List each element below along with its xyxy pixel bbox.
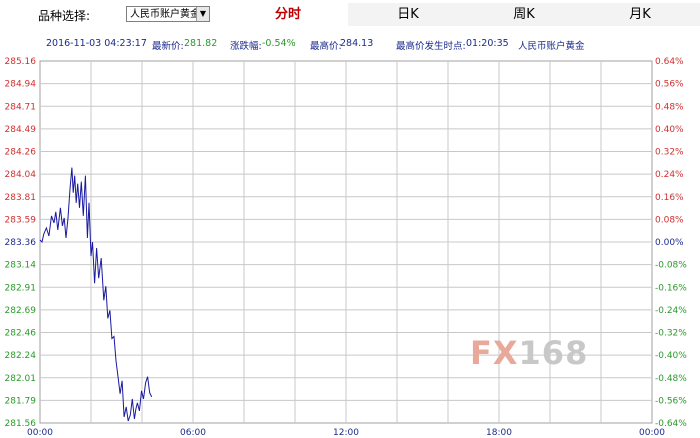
y-tick-label-left: 282.46 bbox=[5, 329, 37, 339]
fx168-watermark-logo: FX168 bbox=[470, 334, 589, 372]
y-tick-label-left: 284.04 bbox=[5, 170, 37, 180]
y-tick-label-left: 283.36 bbox=[5, 238, 37, 248]
y-tick-label-right: 0.64% bbox=[655, 57, 684, 67]
y-tick-label-left: 282.69 bbox=[5, 306, 37, 316]
price-series-line bbox=[39, 167, 153, 422]
y-tick-label-right: 0.24% bbox=[655, 170, 684, 180]
y-tick-label-left: 283.81 bbox=[5, 193, 37, 203]
y-tick-label-right: 0.00% bbox=[655, 238, 684, 248]
y-tick-label-left: 282.01 bbox=[5, 374, 37, 384]
intraday-chart: 285.16 0.64% 284.94 0.56% 284.71 0.48% 284.49 0… bbox=[5, 57, 688, 438]
y-tick-label-right: 0.48% bbox=[655, 102, 684, 112]
y-tick-label-right: 0.40% bbox=[655, 125, 684, 135]
y-tick-label-right: 0.32% bbox=[655, 148, 684, 158]
x-tick-label: 00:00 bbox=[27, 428, 53, 438]
y-tick-label-right: -0.48% bbox=[655, 374, 687, 384]
x-tick-label: 12:00 bbox=[333, 428, 359, 438]
y-tick-label-left: 282.91 bbox=[5, 283, 37, 293]
y-tick-label-right: -0.08% bbox=[655, 261, 687, 271]
y-tick-label-right: -0.40% bbox=[655, 351, 687, 361]
y-tick-label-right: -0.56% bbox=[655, 396, 687, 406]
y-tick-label-right: -0.16% bbox=[655, 283, 687, 293]
y-tick-label-right: -0.32% bbox=[655, 329, 687, 339]
x-tick-label: 18:00 bbox=[486, 428, 512, 438]
y-tick-label-right: 0.56% bbox=[655, 80, 684, 90]
y-tick-label-left: 284.49 bbox=[5, 125, 37, 135]
y-tick-label-left: 285.16 bbox=[5, 57, 37, 67]
y-tick-label-left: 283.59 bbox=[5, 215, 37, 225]
y-tick-label-right: 0.16% bbox=[655, 193, 684, 203]
y-tick-label-left: 281.79 bbox=[5, 396, 37, 406]
x-tick-label: 06:00 bbox=[180, 428, 206, 438]
x-tick-label: 00:00 bbox=[639, 428, 665, 438]
y-tick-label-left: 284.71 bbox=[5, 102, 37, 112]
y-tick-label-right: -0.24% bbox=[655, 306, 687, 316]
y-tick-label-left: 284.94 bbox=[5, 80, 37, 90]
y-tick-label-left: 284.26 bbox=[5, 148, 37, 158]
y-tick-label-right: 0.08% bbox=[655, 215, 684, 225]
y-tick-label-left: 283.14 bbox=[5, 261, 37, 271]
y-tick-label-left: 282.24 bbox=[5, 351, 37, 361]
